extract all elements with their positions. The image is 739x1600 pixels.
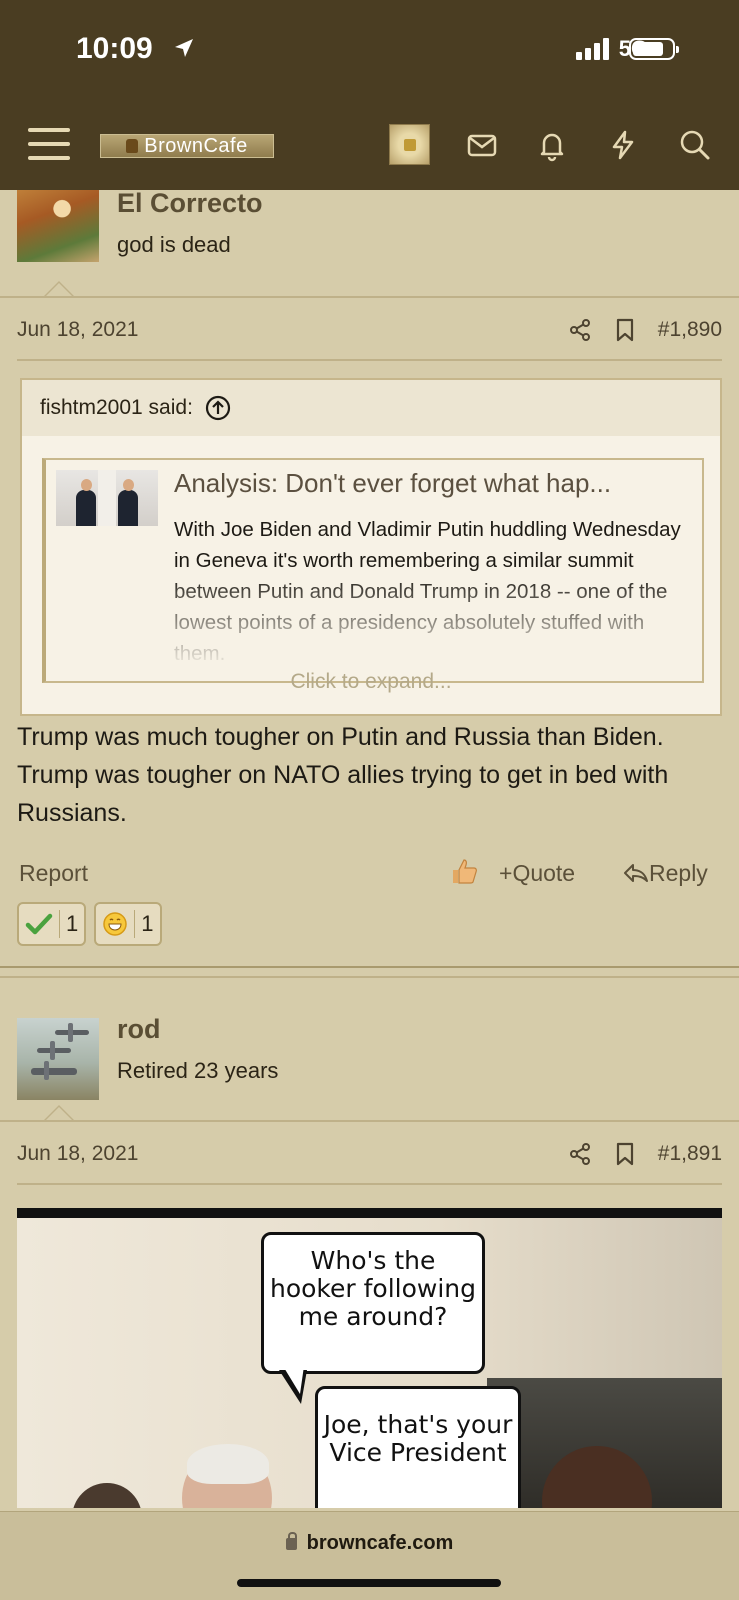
bookmark-icon[interactable] (614, 318, 636, 342)
username[interactable]: rod (117, 1014, 161, 1045)
post-body: Trump was much tougher on Putin and Russ… (17, 723, 669, 827)
site-nav: BrownCafe (0, 118, 739, 174)
grin-emoji-icon (103, 912, 127, 936)
reply-label: Reply (649, 860, 708, 886)
embed-thumbnail (56, 470, 158, 526)
post-image[interactable]: Who's the hooker following me around? Jo… (17, 1208, 722, 1508)
share-icon[interactable] (568, 1142, 592, 1166)
share-icon[interactable] (568, 318, 592, 342)
location-arrow-icon (175, 39, 193, 57)
meta-divider (17, 359, 722, 361)
post-actions: Report +Quote Reply (19, 859, 722, 890)
bolt-icon[interactable] (606, 128, 640, 162)
post-number[interactable]: #1,890 (658, 318, 722, 342)
post-divider (0, 1120, 739, 1122)
like-icon[interactable] (449, 856, 479, 886)
post-separator (0, 966, 739, 978)
quote-button[interactable]: +Quote (499, 860, 575, 887)
reaction-agree[interactable]: 1 (17, 902, 87, 946)
quote-label: Quote (512, 860, 576, 886)
inbox-icon[interactable] (465, 128, 499, 162)
bell-icon[interactable] (535, 128, 569, 162)
bookmark-icon[interactable] (614, 1142, 636, 1166)
reaction-haha[interactable]: 1 (94, 902, 162, 946)
battery-icon (629, 38, 679, 60)
meta-divider (17, 1183, 722, 1185)
logo-mark-icon (126, 139, 139, 153)
user-title: god is dead (117, 232, 231, 257)
post-date[interactable]: Jun 18, 2021 (17, 1142, 138, 1166)
reply-button[interactable]: Reply (623, 860, 708, 887)
quote-author[interactable]: fishtm2001 said: (40, 396, 193, 420)
status-time: 10:09 (76, 32, 153, 65)
embed-fade (46, 571, 702, 681)
jump-to-quote-icon[interactable] (205, 395, 231, 421)
speech-bubble: Joe, that's your Vice President (315, 1386, 521, 1508)
site-logo[interactable]: BrownCafe (100, 134, 274, 158)
post-date[interactable]: Jun 18, 2021 (17, 318, 138, 342)
post-meta: Jun 18, 2021 #1,890 (17, 312, 722, 348)
speech-bubble-text: Who's the hooker following me around? (269, 1246, 477, 1331)
quote-header[interactable]: fishtm2001 said: (22, 380, 720, 436)
home-indicator[interactable] (237, 1579, 501, 1587)
post-divider (0, 296, 739, 298)
search-icon[interactable] (678, 128, 712, 162)
user-avatar[interactable] (17, 180, 99, 262)
browser-bottom-bar: browncafe.com (0, 1511, 739, 1600)
menu-icon[interactable] (28, 128, 70, 162)
checkmark-icon (25, 913, 53, 935)
reply-icon (624, 864, 648, 882)
expand-quote-link[interactable]: Click to expand... (22, 670, 720, 694)
reaction-summary: 1 1 (17, 902, 162, 946)
link-embed[interactable]: Analysis: Don't ever forget what hap... … (42, 458, 704, 683)
report-link[interactable]: Report (19, 860, 88, 887)
logo-text: BrownCafe (144, 134, 248, 157)
username[interactable]: El Correcto (117, 188, 263, 219)
reaction-count: 1 (141, 911, 154, 936)
account-avatar[interactable] (389, 124, 430, 165)
user-avatar[interactable] (17, 1018, 99, 1100)
post-meta: Jun 18, 2021 #1,891 (17, 1136, 722, 1172)
quote-block: fishtm2001 said: Analysis: Don't ever fo… (20, 378, 722, 716)
speech-bubble: Who's the hooker following me around? (261, 1232, 485, 1374)
user-title: Retired 23 years (117, 1058, 279, 1083)
signal-icon (575, 38, 609, 60)
speech-bubble-text: Joe, that's your Vice President (323, 1410, 513, 1467)
embed-title[interactable]: Analysis: Don't ever forget what hap... (174, 468, 694, 499)
person-head (187, 1444, 269, 1484)
post-number[interactable]: #1,891 (658, 1142, 722, 1166)
lock-icon (285, 1532, 297, 1550)
top-bar: 10:09 5G+ BrownCafe (0, 0, 739, 190)
url-bar[interactable]: browncafe.com (0, 1532, 739, 1555)
url-text[interactable]: browncafe.com (307, 1532, 454, 1554)
reaction-count: 1 (66, 911, 79, 936)
